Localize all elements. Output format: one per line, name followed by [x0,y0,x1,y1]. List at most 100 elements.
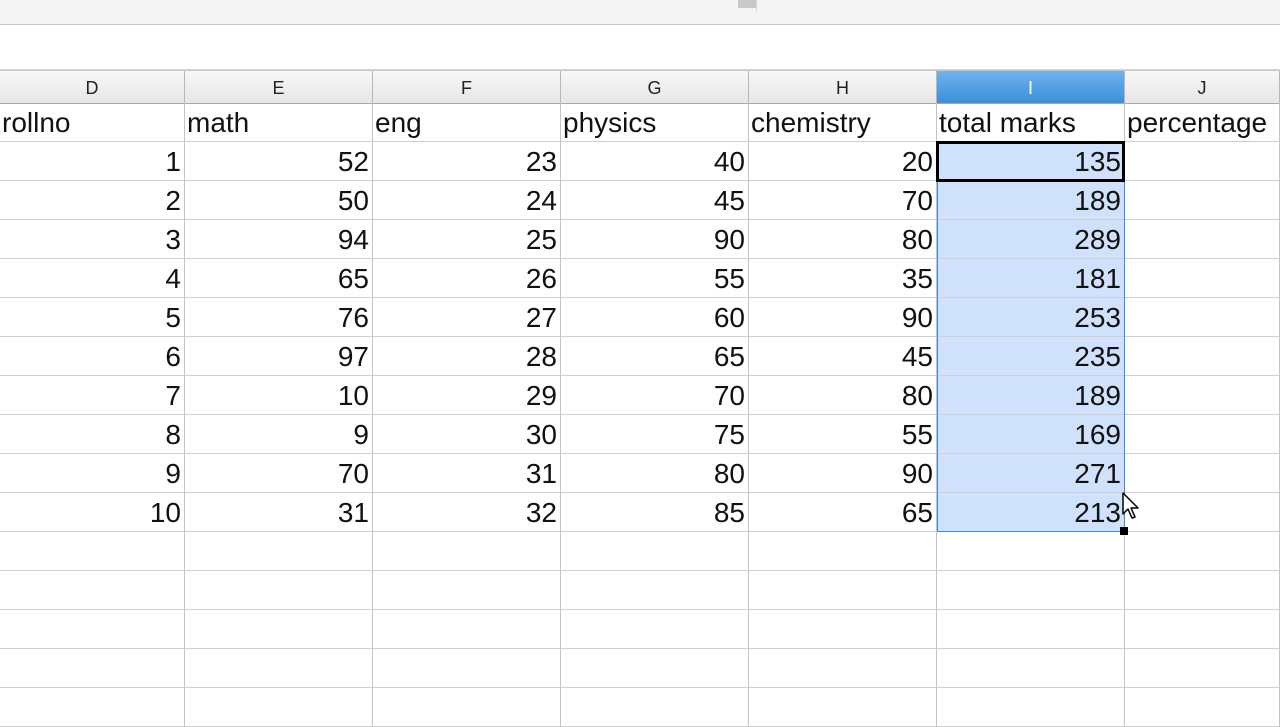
cell-g10[interactable]: 80 [561,454,749,493]
cell-e9[interactable]: 9 [185,415,373,454]
cell-d15[interactable] [0,649,185,688]
cell-h11[interactable]: 65 [749,493,937,532]
header-cell-d[interactable]: rollno [0,103,185,142]
cell-e3[interactable]: 50 [185,181,373,220]
cell-j10[interactable] [1125,454,1280,493]
cell-f4[interactable]: 25 [373,220,561,259]
header-cell-j[interactable]: percentage [1125,103,1280,142]
cell-d9[interactable]: 8 [0,415,185,454]
cell-d14[interactable] [0,610,185,649]
cell-h13[interactable] [749,571,937,610]
cell-f15[interactable] [373,649,561,688]
cell-h2[interactable]: 20 [749,142,937,181]
cell-d8[interactable]: 7 [0,376,185,415]
cell-j14[interactable] [1125,610,1280,649]
fill-handle[interactable] [1120,527,1128,535]
cell-g7[interactable]: 65 [561,337,749,376]
cell-g12[interactable] [561,532,749,571]
cell-g3[interactable]: 45 [561,181,749,220]
cell-f16[interactable] [373,688,561,727]
column-header-g[interactable]: G [561,71,749,103]
cell-d12[interactable] [0,532,185,571]
cell-j8[interactable] [1125,376,1280,415]
cell-j11[interactable] [1125,493,1280,532]
cell-i10[interactable]: 271 [937,454,1125,493]
cell-i9[interactable]: 169 [937,415,1125,454]
cell-f12[interactable] [373,532,561,571]
cell-d5[interactable]: 4 [0,259,185,298]
cell-g13[interactable] [561,571,749,610]
cell-i4[interactable]: 289 [937,220,1125,259]
cell-d10[interactable]: 9 [0,454,185,493]
cell-e6[interactable]: 76 [185,298,373,337]
cell-h14[interactable] [749,610,937,649]
cell-i7[interactable]: 235 [937,337,1125,376]
cell-j3[interactable] [1125,181,1280,220]
formula-bar[interactable] [0,25,1280,70]
column-header-h[interactable]: H [749,71,937,103]
cell-j12[interactable] [1125,532,1280,571]
cell-i2[interactable]: 135 [937,142,1125,181]
header-cell-g[interactable]: physics [561,103,749,142]
cell-i5[interactable]: 181 [937,259,1125,298]
cell-g2[interactable]: 40 [561,142,749,181]
cell-h16[interactable] [749,688,937,727]
cell-f2[interactable]: 23 [373,142,561,181]
cell-g9[interactable]: 75 [561,415,749,454]
cell-h9[interactable]: 55 [749,415,937,454]
cell-i13[interactable] [937,571,1125,610]
cell-e13[interactable] [185,571,373,610]
cell-h4[interactable]: 80 [749,220,937,259]
cell-g11[interactable]: 85 [561,493,749,532]
cell-d11[interactable]: 10 [0,493,185,532]
cell-f14[interactable] [373,610,561,649]
column-header-f[interactable]: F [373,71,561,103]
cell-j13[interactable] [1125,571,1280,610]
cell-f6[interactable]: 27 [373,298,561,337]
header-cell-h[interactable]: chemistry [749,103,937,142]
cell-j15[interactable] [1125,649,1280,688]
cell-h12[interactable] [749,532,937,571]
cell-d6[interactable]: 5 [0,298,185,337]
cell-i12[interactable] [937,532,1125,571]
cell-f7[interactable]: 28 [373,337,561,376]
cell-i3[interactable]: 189 [937,181,1125,220]
cell-h5[interactable]: 35 [749,259,937,298]
cell-d3[interactable]: 2 [0,181,185,220]
cell-j7[interactable] [1125,337,1280,376]
cell-g6[interactable]: 60 [561,298,749,337]
column-header-e[interactable]: E [185,71,373,103]
cell-d7[interactable]: 6 [0,337,185,376]
cell-d16[interactable] [0,688,185,727]
cell-e4[interactable]: 94 [185,220,373,259]
cell-e2[interactable]: 52 [185,142,373,181]
header-cell-f[interactable]: eng [373,103,561,142]
cell-e14[interactable] [185,610,373,649]
cell-g15[interactable] [561,649,749,688]
cell-e10[interactable]: 70 [185,454,373,493]
toolbar-scroll-thumb[interactable] [738,0,756,8]
cell-i14[interactable] [937,610,1125,649]
cell-j4[interactable] [1125,220,1280,259]
cell-h7[interactable]: 45 [749,337,937,376]
cell-j6[interactable] [1125,298,1280,337]
cell-h3[interactable]: 70 [749,181,937,220]
cell-g5[interactable]: 55 [561,259,749,298]
cell-e16[interactable] [185,688,373,727]
cell-f11[interactable]: 32 [373,493,561,532]
cell-g8[interactable]: 70 [561,376,749,415]
cell-j16[interactable] [1125,688,1280,727]
cell-j9[interactable] [1125,415,1280,454]
header-cell-i[interactable]: total marks [937,103,1125,142]
cell-e15[interactable] [185,649,373,688]
cell-e8[interactable]: 10 [185,376,373,415]
column-header-d[interactable]: D [0,71,185,103]
cell-d2[interactable]: 1 [0,142,185,181]
cell-h6[interactable]: 90 [749,298,937,337]
cell-i15[interactable] [937,649,1125,688]
cell-g4[interactable]: 90 [561,220,749,259]
cell-j5[interactable] [1125,259,1280,298]
cell-i16[interactable] [937,688,1125,727]
cell-g16[interactable] [561,688,749,727]
cell-e5[interactable]: 65 [185,259,373,298]
